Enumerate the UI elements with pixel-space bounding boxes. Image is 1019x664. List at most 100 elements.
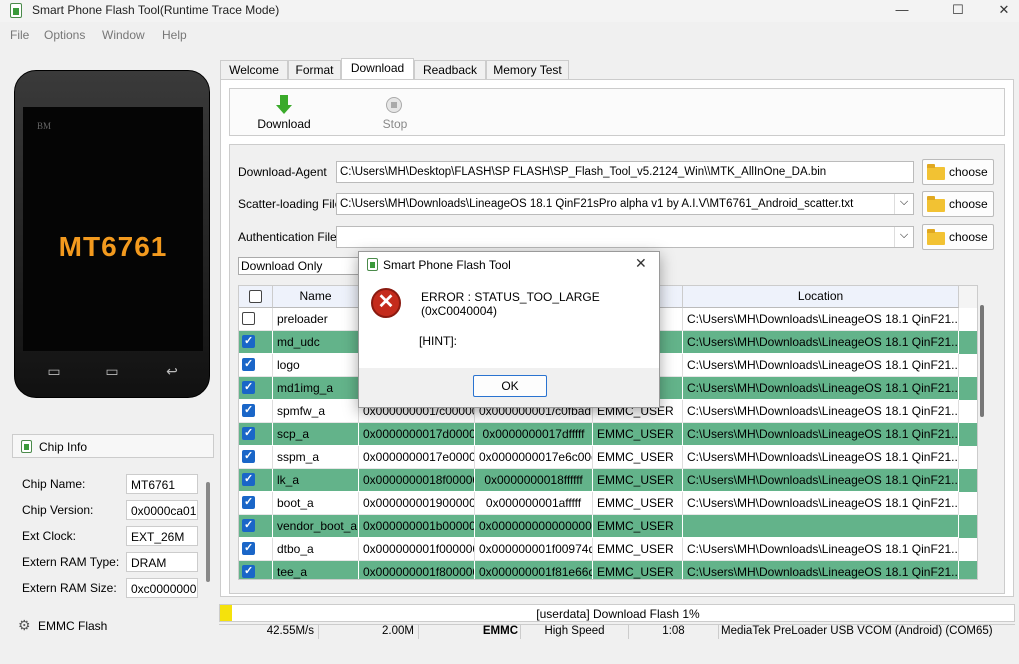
chip-info-panel: Chip Info Chip Name: MT6761 Chip Version… — [12, 434, 214, 606]
ok-button[interactable]: OK — [473, 375, 547, 397]
end-address: 0x000000001f00974d — [475, 538, 593, 561]
row-checkbox-cell — [239, 308, 273, 331]
dialog-close-button[interactable]: ✕ — [635, 255, 647, 272]
tab-welcome[interactable]: Welcome — [220, 60, 288, 80]
download-agent-input[interactable]: C:\Users\MH\Desktop\FLASH\SP FLASH\SP_Fl… — [336, 161, 914, 183]
row-checkbox[interactable] — [242, 357, 255, 371]
end-address: 0x0000000018ffffff — [475, 469, 593, 492]
close-window-button[interactable]: ✕ — [981, 0, 1019, 22]
file-location: C:\Users\MH\Downloads\LineageOS 18.1 Qin… — [683, 446, 959, 469]
table-row[interactable]: boot_a0x00000000190000000x000000001affff… — [239, 492, 977, 515]
chip-info-scrollbar[interactable] — [206, 482, 210, 582]
scatter-choose-button[interactable]: choose — [922, 191, 994, 217]
partition-name: vendor_boot_a — [273, 515, 359, 538]
ext-clock-value: EXT_26M — [126, 526, 198, 546]
menu-file[interactable]: File — [10, 28, 29, 42]
begin-address: 0x000000001f000000 — [359, 538, 475, 561]
partition-name: logo — [273, 354, 359, 377]
row-checkbox[interactable] — [242, 426, 255, 440]
row-checkbox[interactable] — [242, 564, 255, 578]
error-dialog: Smart Phone Flash Tool ✕ ✕ ERROR : STATU… — [358, 251, 660, 408]
partition-name: md_udc — [273, 331, 359, 354]
minimize-button[interactable]: — — [879, 0, 925, 22]
auth-choose-button[interactable]: choose — [922, 224, 994, 250]
error-hint: [HINT]: — [419, 334, 457, 348]
menu-help[interactable]: Help — [162, 28, 187, 42]
file-location: C:\Users\MH\Downloads\LineageOS 18.1 Qin… — [683, 308, 959, 331]
dialog-title: Smart Phone Flash Tool — [383, 258, 511, 272]
menu-bar: File Options Window Help — [0, 26, 1019, 44]
menu-key-icon: ▭ — [47, 363, 61, 379]
ram-type-label: Extern RAM Type: — [22, 555, 120, 569]
region: EMMC_USER — [593, 423, 683, 446]
window-title: Smart Phone Flash Tool(Runtime Trace Mod… — [32, 3, 280, 17]
row-checkbox[interactable] — [242, 495, 255, 509]
menu-window[interactable]: Window — [102, 28, 145, 42]
download-agent-row: Download-Agent C:\Users\MH\Desktop\FLASH… — [230, 159, 1006, 185]
row-checkbox[interactable] — [242, 472, 255, 486]
row-checkbox[interactable] — [242, 334, 255, 348]
table-row[interactable]: vendor_boot_a0x000000001b0000000x0000000… — [239, 515, 977, 538]
file-location: C:\Users\MH\Downloads\LineageOS 18.1 Qin… — [683, 492, 959, 515]
file-location: C:\Users\MH\Downloads\LineageOS 18.1 Qin… — [683, 400, 959, 423]
stop-button[interactable]: Stop — [363, 93, 427, 133]
choose-label: choose — [949, 165, 988, 179]
chip-info-header[interactable]: Chip Info — [12, 434, 214, 458]
scatter-file-select[interactable]: C:\Users\MH\Downloads\LineageOS 18.1 Qin… — [336, 193, 914, 215]
error-icon: ✕ — [371, 288, 401, 318]
chip-version-label: Chip Version: — [22, 503, 94, 517]
row-checkbox[interactable] — [242, 380, 255, 394]
auth-file-select[interactable] — [336, 226, 914, 248]
ram-size-label: Extern RAM Size: — [22, 581, 117, 595]
region: EMMC_USER — [593, 469, 683, 492]
chip-row: Extern RAM Type: DRAM — [22, 552, 202, 572]
begin-address: 0x0000000017d00000 — [359, 423, 475, 446]
stop-icon — [386, 97, 402, 113]
select-all-header[interactable] — [239, 286, 273, 308]
row-checkbox[interactable] — [242, 312, 255, 325]
select-all-checkbox[interactable] — [249, 290, 262, 303]
table-row[interactable]: sspm_a0x0000000017e000000x0000000017e6c0… — [239, 446, 977, 469]
file-location: C:\Users\MH\Downloads\LineageOS 18.1 Qin… — [683, 538, 959, 561]
row-checkbox[interactable] — [242, 449, 255, 463]
emmc-flash-header[interactable]: ⚙ EMMC Flash — [14, 616, 214, 636]
tab-download[interactable]: Download — [341, 58, 414, 80]
maximize-button[interactable]: ☐ — [935, 0, 981, 22]
col-location: Location — [683, 286, 959, 308]
download-button[interactable]: Download — [252, 93, 316, 133]
chip-name-label: Chip Name: — [22, 477, 86, 491]
folder-icon — [927, 229, 945, 245]
table-row[interactable]: scp_a0x0000000017d000000x0000000017dffff… — [239, 423, 977, 446]
tab-readback[interactable]: Readback — [414, 60, 486, 80]
choose-label: choose — [949, 197, 988, 211]
row-checkbox[interactable] — [242, 403, 255, 417]
partition-name: sspm_a — [273, 446, 359, 469]
stop-button-label: Stop — [382, 117, 408, 131]
app-icon — [10, 3, 22, 18]
emmc-flash-label: EMMC Flash — [38, 619, 108, 633]
row-checkbox[interactable] — [242, 518, 255, 532]
error-message: ERROR : STATUS_TOO_LARGE (0xC0040004) — [421, 290, 600, 318]
choose-label: choose — [949, 230, 988, 244]
ram-size-value: 0xc0000000 — [126, 578, 198, 598]
tab-format[interactable]: Format — [288, 60, 341, 80]
table-row[interactable]: dtbo_a0x000000001f0000000x000000001f0097… — [239, 538, 977, 561]
folder-icon — [927, 196, 945, 212]
end-address: 0x0000000017e6c00d — [475, 446, 593, 469]
chip-row: Extern RAM Size: 0xc0000000 — [22, 578, 202, 598]
status-stats: 42.55M/s 2.00M EMMC High Speed 1:08 Medi… — [219, 624, 1015, 639]
status-bar: [userdata] Download Flash 1% 42.55M/s 2.… — [219, 604, 1015, 639]
title-bar: Smart Phone Flash Tool(Runtime Trace Mod… — [0, 0, 1019, 22]
row-checkbox-cell — [239, 423, 273, 446]
table-row[interactable]: tee_a0x000000001f8000000x000000001f81e66… — [239, 561, 977, 579]
col-name: Name — [273, 286, 359, 308]
auth-label: Authentication File — [238, 230, 337, 244]
download-agent-choose-button[interactable]: choose — [922, 159, 994, 185]
tab-memory-test[interactable]: Memory Test — [486, 60, 569, 80]
table-row[interactable]: lk_a0x0000000018f000000x0000000018ffffff… — [239, 469, 977, 492]
table-scrollbar[interactable] — [980, 305, 984, 417]
download-mode-select[interactable]: Download Only — [238, 257, 364, 275]
menu-options[interactable]: Options — [44, 28, 85, 42]
scatter-label: Scatter-loading File — [238, 197, 342, 211]
row-checkbox[interactable] — [242, 541, 255, 555]
